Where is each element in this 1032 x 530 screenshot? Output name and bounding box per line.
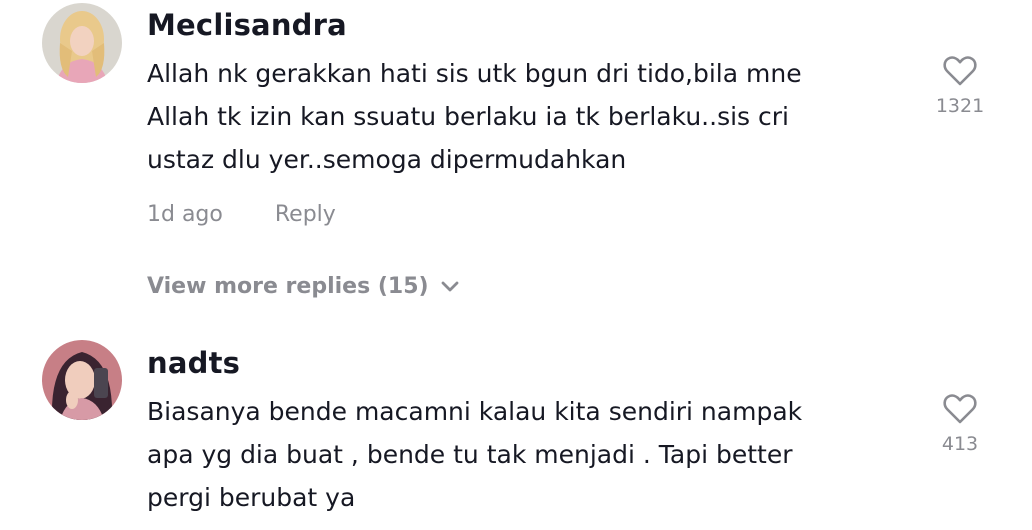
view-more-replies-button[interactable]: View more replies (15) [147,274,459,299]
comment-item: nadts Biasanya bende macamni kalau kita … [0,330,1032,530]
chevron-down-icon [441,281,458,292]
reply-button[interactable]: Reply [275,202,336,227]
avatar[interactable] [42,340,122,420]
comment-text-line: Biasanya bende macamni kalau kita sendir… [147,397,803,426]
comment-text: Allah nk gerakkan hati sis utk bgun dri … [147,52,907,181]
like-count: 1321 [935,95,985,117]
comment-text-line: apa yg dia buat , bende tu tak menjadi .… [147,440,793,469]
like-control: 413 [930,393,990,455]
avatar[interactable] [42,3,122,83]
comment-text-line: Allah nk gerakkan hati sis utk bgun dri … [147,59,802,88]
avatar-image [42,340,122,420]
comment-text: Biasanya bende macamni kalau kita sendir… [147,390,907,519]
view-more-label: View more replies (15) [147,274,429,299]
heart-outline-icon[interactable] [942,393,978,425]
comment-meta: 1d ago Reply [147,202,336,227]
comment-item: Meclisandra Allah nk gerakkan hati sis u… [0,0,1032,299]
heart-outline-icon[interactable] [942,55,978,87]
avatar-image [42,3,122,83]
comment-text-line: pergi berubat ya [147,483,356,512]
username[interactable]: nadts [147,346,240,380]
username[interactable]: Meclisandra [147,8,347,42]
comment-text-line: ustaz dlu yer..semoga dipermudahkan [147,145,627,174]
timestamp: 1d ago [147,202,223,227]
like-count: 413 [941,433,979,455]
comment-text-line: Allah tk izin kan ssuatu berlaku ia tk b… [147,102,789,131]
like-control: 1321 [930,55,990,117]
